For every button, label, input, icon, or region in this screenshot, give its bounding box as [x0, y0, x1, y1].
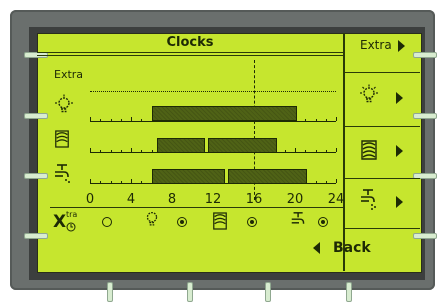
hour-tick — [325, 119, 327, 121]
side-separator — [345, 178, 420, 179]
back-label: Back — [333, 240, 371, 256]
page-title: Clocks — [166, 35, 214, 50]
hour-tick — [305, 150, 307, 152]
arrow-right-icon — [396, 145, 403, 157]
x-tick-label: 20 — [286, 192, 304, 207]
hour-tick — [100, 119, 102, 121]
softkey-right-4[interactable] — [413, 233, 437, 239]
softkey-right-2[interactable] — [413, 113, 437, 119]
hour-tick — [100, 150, 102, 152]
softkey-right-1[interactable] — [413, 52, 437, 58]
hour-tick — [110, 181, 112, 183]
radio-lightbulb[interactable] — [177, 217, 187, 227]
hour-tick — [141, 181, 143, 183]
chart-extra-label: Extra — [54, 68, 84, 81]
x-tick-label: 24 — [327, 192, 345, 207]
hour-tick — [305, 119, 307, 121]
softkey-bottom-1[interactable] — [107, 282, 113, 302]
softkey-left-2[interactable] — [24, 113, 48, 119]
x-tick-label: 8 — [167, 192, 177, 207]
hour-tick — [325, 150, 327, 152]
side-separator — [345, 228, 420, 229]
hour-tick — [141, 119, 143, 121]
hour-tick — [110, 119, 112, 121]
hour-tick — [90, 179, 91, 183]
arrow-right-icon — [396, 196, 403, 208]
fan-heater-icon — [361, 140, 377, 160]
schedule-bar — [151, 106, 297, 121]
radio-fan-heater[interactable] — [247, 217, 257, 227]
fan-heater-icon — [213, 212, 227, 230]
schedule-bar — [207, 138, 277, 153]
fan-heater-icon — [55, 130, 69, 148]
lightbulb-icon — [360, 84, 378, 103]
arrow-left-icon — [313, 242, 320, 254]
clock-icon — [66, 222, 76, 232]
top-axis — [90, 91, 336, 92]
hour-tick — [110, 150, 112, 152]
schedule-bar — [228, 169, 308, 184]
softkey-left-4[interactable] — [24, 233, 48, 239]
extra-x-label: X — [53, 212, 67, 232]
hour-tick — [284, 150, 286, 152]
hour-tick — [151, 150, 153, 152]
bottom-divider — [50, 207, 343, 208]
hour-tick — [90, 148, 91, 152]
hour-tick — [315, 119, 317, 121]
arrow-right-icon — [396, 92, 403, 104]
softkey-bottom-3[interactable] — [265, 282, 271, 302]
radio-extra[interactable] — [102, 217, 112, 227]
side-separator — [345, 126, 420, 127]
hour-tick — [131, 148, 132, 152]
softkey-bottom-4[interactable] — [346, 282, 352, 302]
hour-tick — [90, 117, 91, 121]
extra-sup-label: tra — [66, 210, 78, 219]
shower-tap-icon — [55, 164, 70, 183]
x-tick-label: 0 — [85, 192, 95, 207]
schedule-bar — [156, 138, 205, 153]
hour-tick — [120, 119, 122, 121]
hour-tick — [100, 181, 102, 183]
shower-tap-icon — [361, 189, 376, 210]
softkey-bottom-2[interactable] — [187, 282, 193, 302]
hour-tick — [295, 148, 296, 152]
row-axis — [90, 121, 336, 122]
hour-tick — [315, 150, 317, 152]
hour-tick — [336, 148, 337, 152]
title-divider — [37, 52, 343, 56]
hour-tick — [131, 117, 132, 121]
arrow-right-icon — [398, 40, 405, 52]
radio-shower-tap[interactable] — [318, 217, 328, 227]
side-menu-divider — [343, 33, 345, 271]
side-separator — [345, 72, 420, 73]
x-tick-label: 12 — [204, 192, 222, 207]
hour-tick — [141, 150, 143, 152]
lightbulb-icon — [146, 212, 158, 226]
side-menu-extra-label: Extra — [360, 38, 392, 52]
softkey-left-3[interactable] — [24, 173, 48, 179]
hour-tick — [315, 181, 317, 183]
lightbulb-icon — [55, 94, 73, 113]
hour-tick — [120, 150, 122, 152]
hour-tick — [131, 179, 132, 183]
x-tick-label: 4 — [126, 192, 136, 207]
schedule-bar — [151, 169, 226, 184]
hour-tick — [325, 181, 327, 183]
hour-tick — [120, 181, 122, 183]
shower-tap-icon — [291, 212, 305, 224]
hour-tick — [336, 179, 337, 183]
hour-tick — [336, 117, 337, 121]
x-tick-label: 16 — [245, 192, 263, 207]
